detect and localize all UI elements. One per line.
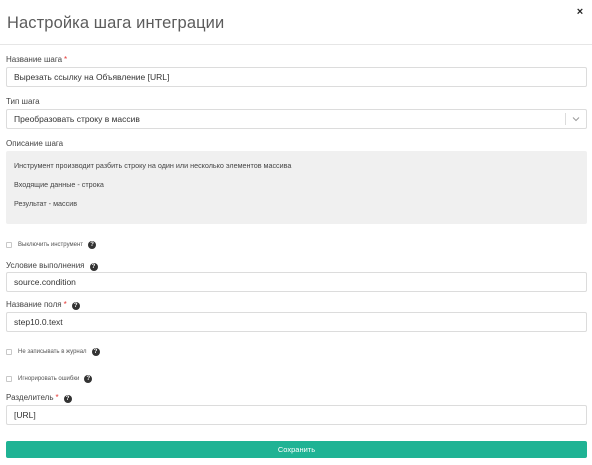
save-button[interactable]: Сохранить [6,441,587,458]
step-type-selected-value: Преобразовать строку в массив [14,114,140,124]
step-name-input[interactable]: Вырезать ссылку на Объявление [URL] [6,67,587,87]
question-circle-icon[interactable]: ? [63,395,72,403]
condition-input[interactable]: source.condition [6,272,587,292]
question-circle-icon[interactable]: ? [71,302,80,310]
field-name-label-text: Название поля [6,300,62,309]
required-mark: * [63,300,67,309]
separator-label-text: Разделитель [6,393,54,402]
question-circle-icon[interactable]: ? [84,375,93,383]
field-name-input[interactable]: step10.0.text [6,312,587,332]
required-mark: * [64,55,68,64]
description-box: Инструмент производит разбить строку на … [6,151,587,224]
disable-tool-row: Выключить инструмент ? [6,241,97,249]
separator-label: Разделитель *? [6,393,72,403]
ignore-errors-label: Игнорировать ошибки [18,376,80,382]
required-mark: * [55,393,59,402]
description-line: Результат - массив [14,199,78,208]
step-name-label-text: Название шага [6,55,63,64]
modal-title: Настройка шага интеграции [7,14,225,32]
question-circle-icon[interactable]: ? [88,241,97,249]
no-log-checkbox[interactable] [6,349,12,355]
question-circle-icon[interactable]: ? [91,348,100,356]
step-type-label: Тип шага [6,97,40,106]
close-icon[interactable]: × [573,5,587,19]
description-line: Входящие данные - строка [14,180,104,189]
step-name-label: Название шага * [6,55,67,64]
description-label: Описание шага [6,139,64,148]
description-line: Инструмент производит разбить строку на … [14,161,292,170]
separator-input[interactable]: [URL] [6,405,587,425]
condition-label-text: Условие выполнения [6,261,85,270]
header-divider [0,44,592,45]
ignore-errors-row: Игнорировать ошибки ? [6,375,93,383]
question-circle-icon[interactable]: ? [89,263,98,271]
disable-tool-label: Выключить инструмент [18,242,84,248]
select-divider [565,113,566,125]
no-log-label: Не записывать в журнал [18,349,87,355]
chevron-down-icon[interactable] [572,115,580,123]
disable-tool-checkbox[interactable] [6,242,12,248]
condition-label: Условие выполнения? [6,261,98,271]
ignore-errors-checkbox[interactable] [6,376,12,382]
no-log-row: Не записывать в журнал ? [6,348,100,356]
field-name-label: Название поля *? [6,300,80,310]
step-type-select[interactable]: Преобразовать строку в массив [6,109,587,129]
